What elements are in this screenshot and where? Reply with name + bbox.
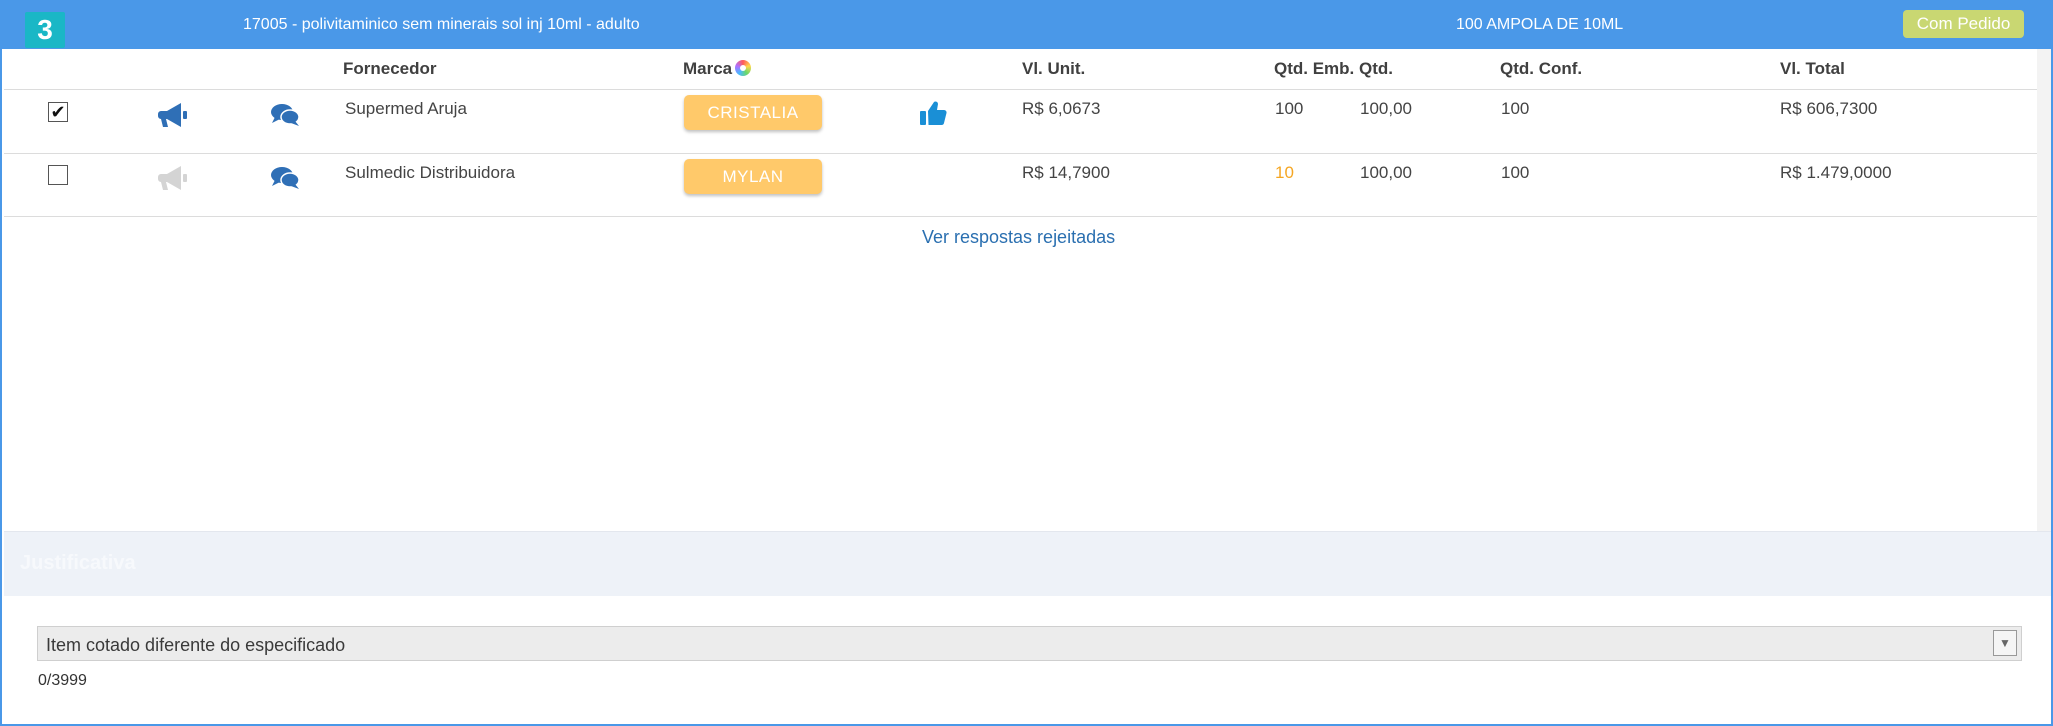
- row-select-checkbox[interactable]: [48, 165, 68, 185]
- rejected-responses-link[interactable]: Ver respostas rejeitadas: [922, 227, 1115, 248]
- chat-icon[interactable]: [270, 166, 300, 190]
- column-header-supplier: Fornecedor: [343, 59, 437, 78]
- pack-qty: 10: [1275, 163, 1294, 182]
- brand-button[interactable]: CRISTALIA: [684, 95, 822, 130]
- table-row: Sulmedic Distribuidora MYLAN R$ 14,7900 …: [4, 153, 2038, 217]
- justification-header: Justificativa: [4, 531, 2051, 596]
- column-header-unit-price: Vl. Unit.: [1022, 59, 1086, 78]
- character-counter: 0/3999: [38, 672, 87, 689]
- unit-price: R$ 14,7900: [1022, 163, 1110, 182]
- item-number-badge: 3: [25, 12, 65, 48]
- scrollbar[interactable]: [2037, 49, 2051, 531]
- chat-icon[interactable]: [270, 103, 300, 127]
- column-header-pack-qty: Qtd. Emb.: [1274, 59, 1355, 78]
- supplier-name: Supermed Aruja: [345, 99, 467, 118]
- justification-title: Justificativa: [20, 552, 136, 574]
- total-value: R$ 1.479,0000: [1780, 163, 1892, 182]
- status-badge[interactable]: Com Pedido: [1903, 10, 2024, 38]
- qty: 100,00: [1360, 99, 1412, 118]
- qty: 100,00: [1360, 163, 1412, 182]
- justification-select[interactable]: Item cotado diferente do especificado ▼: [37, 626, 2022, 661]
- row-select-checkbox[interactable]: ✔: [48, 102, 68, 122]
- color-wheel-icon: [735, 60, 752, 76]
- column-header-total: Vl. Total: [1780, 59, 1845, 78]
- column-header-qty-conf: Qtd. Conf.: [1500, 59, 1583, 78]
- megaphone-icon[interactable]: [158, 102, 190, 128]
- pack-qty: 100: [1275, 99, 1304, 118]
- chevron-down-icon[interactable]: ▼: [1993, 630, 2017, 656]
- item-unit: 100 AMPOLA DE 10ML: [1456, 16, 1624, 33]
- supplier-name: Sulmedic Distribuidora: [345, 163, 516, 182]
- qty-conf: 100: [1501, 163, 1530, 182]
- column-header-brand-label: Marca: [683, 59, 733, 78]
- unit-price: R$ 6,0673: [1022, 99, 1101, 118]
- column-header-brand: Marca: [683, 59, 752, 79]
- justification-selected-value: Item cotado diferente do especificado: [46, 635, 346, 655]
- table-divider: [4, 216, 2038, 217]
- total-value: R$ 606,7300: [1780, 99, 1878, 118]
- megaphone-icon[interactable]: [158, 165, 190, 191]
- thumbs-up-icon[interactable]: [919, 99, 947, 127]
- column-header-qty: Qtd.: [1359, 59, 1393, 78]
- item-description: 17005 - polivitaminico sem minerais sol …: [243, 16, 640, 33]
- table-row: ✔ Supermed Aruja CRISTALIA R$ 6,0673 100…: [4, 89, 2038, 153]
- quote-item-panel: 3 17005 - polivitaminico sem minerais so…: [0, 0, 2053, 726]
- item-header: 3 17005 - polivitaminico sem minerais so…: [2, 2, 2051, 49]
- brand-button[interactable]: MYLAN: [684, 159, 822, 194]
- qty-conf: 100: [1501, 99, 1530, 118]
